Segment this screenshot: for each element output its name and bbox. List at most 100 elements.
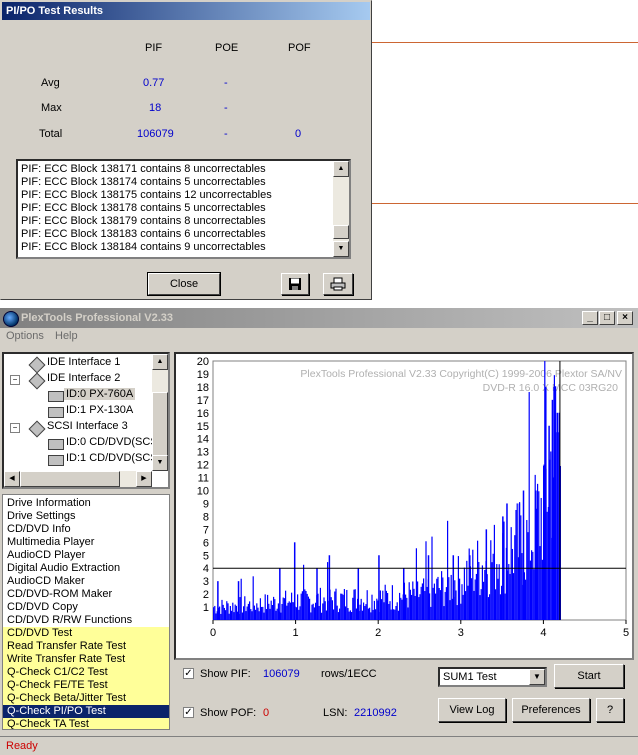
func-read-transfer-rate-test[interactable]: Read Transfer Rate Test xyxy=(3,640,169,653)
pif-bar xyxy=(499,594,501,620)
help-button[interactable]: ? xyxy=(596,698,624,722)
pif-bar xyxy=(381,599,383,620)
print-button[interactable] xyxy=(323,273,353,295)
func-drive-settings[interactable]: Drive Settings xyxy=(3,510,169,523)
pif-bar xyxy=(289,602,291,620)
error-log-list[interactable]: PIF: ECC Block 138171 contains 8 uncorre… xyxy=(16,159,351,259)
pif-spike-bar xyxy=(506,503,508,620)
show-pof-checkbox[interactable]: ✓ xyxy=(183,707,194,718)
pif-bar xyxy=(379,590,381,620)
menu-options[interactable]: Options xyxy=(6,330,44,342)
maximize-button[interactable]: □ xyxy=(599,311,615,325)
scroll-left-icon[interactable]: ◀ xyxy=(4,471,20,487)
pif-bar xyxy=(479,595,481,620)
pif-bar xyxy=(473,590,475,620)
func-qcheck-beta-jitter-test[interactable]: Q-Check Beta/Jitter Test xyxy=(3,692,169,705)
dialog-title: PI/PO Test Results xyxy=(2,2,370,20)
scroll-down-icon[interactable]: ▼ xyxy=(152,455,168,471)
y-tick-label: 16 xyxy=(197,408,209,420)
tree-item-px760a[interactable]: ID:0 PX-760A xyxy=(64,388,136,400)
pif-bar xyxy=(246,606,248,620)
close-button[interactable]: Close xyxy=(147,272,221,296)
view-log-button[interactable]: View Log xyxy=(438,698,506,722)
pif-bar xyxy=(286,605,288,620)
menu-help[interactable]: Help xyxy=(55,330,78,342)
pif-bar xyxy=(529,560,531,620)
func-audiocd-maker[interactable]: AudioCD Maker xyxy=(3,575,169,588)
log-line: PIF: ECC Block 138174 contains 5 uncorre… xyxy=(21,176,266,188)
scroll-up-icon[interactable]: ▲ xyxy=(333,161,349,177)
function-list[interactable]: Drive Information Drive Settings CD/DVD … xyxy=(2,494,170,730)
pif-bar xyxy=(455,590,457,620)
log-scrollbar[interactable]: ▲ ▼ xyxy=(333,161,349,257)
scroll-thumb[interactable] xyxy=(152,392,168,456)
collapse-icon[interactable]: − xyxy=(10,423,20,433)
interface-icon xyxy=(28,356,46,374)
close-window-button[interactable]: × xyxy=(617,311,633,325)
tree-item-scsi-id0[interactable]: ID:0 CD/DVD(SCS xyxy=(66,436,158,448)
pif-bar xyxy=(533,569,535,620)
pif-bar xyxy=(546,511,548,620)
tree-vscroll[interactable]: ▲ ▼ xyxy=(152,354,168,471)
func-qcheck-pipo-test[interactable]: Q-Check PI/PO Test xyxy=(3,705,169,718)
func-cd-dvd-rrw-functions[interactable]: CD/DVD R/RW Functions xyxy=(3,614,169,627)
func-qcheck-ta-test[interactable]: Q-Check TA Test xyxy=(3,718,169,729)
tree-item-scsi3[interactable]: SCSI Interface 3 xyxy=(47,420,128,432)
pif-spike-bar xyxy=(548,425,550,620)
scroll-thumb[interactable] xyxy=(20,471,120,487)
pif-bar xyxy=(334,591,336,620)
func-cd-dvd-test[interactable]: CD/DVD Test xyxy=(3,627,169,640)
y-tick-label: 1 xyxy=(203,602,209,614)
func-qcheck-c1c2-test[interactable]: Q-Check C1/C2 Test xyxy=(3,666,169,679)
y-tick-label: 17 xyxy=(197,395,209,407)
collapse-icon[interactable]: − xyxy=(10,375,20,385)
pif-bar xyxy=(322,603,324,620)
func-multimedia-player[interactable]: Multimedia Player xyxy=(3,536,169,549)
scroll-thumb[interactable] xyxy=(333,225,349,239)
minimize-button[interactable]: _ xyxy=(582,311,598,325)
func-cd-dvd-rom-maker[interactable]: CD/DVD-ROM Maker xyxy=(3,588,169,601)
pif-bar xyxy=(443,606,445,620)
dropdown-arrow-icon[interactable]: ▼ xyxy=(529,669,545,685)
pif-spike-bar xyxy=(545,386,547,620)
pif-bar xyxy=(426,586,428,620)
pif-bar xyxy=(541,559,543,620)
func-drive-information[interactable]: Drive Information xyxy=(3,497,169,510)
preferences-button[interactable]: Preferences xyxy=(512,698,590,722)
pif-bar xyxy=(526,520,528,620)
tree-item-px130a[interactable]: ID:1 PX-130A xyxy=(66,404,133,416)
pif-spike-bar xyxy=(237,581,240,620)
pif-bar xyxy=(313,607,315,620)
func-cd-dvd-info[interactable]: CD/DVD Info xyxy=(3,523,169,536)
func-write-transfer-rate-test[interactable]: Write Transfer Rate Test xyxy=(3,653,169,666)
pif-bar xyxy=(241,612,243,620)
pif-bar xyxy=(373,600,375,620)
tree-item-ide1[interactable]: IDE Interface 1 xyxy=(47,356,120,368)
pif-spike-bar xyxy=(452,555,455,620)
device-tree[interactable]: IDE Interface 1 − IDE Interface 2 ID:0 P… xyxy=(2,352,170,489)
pif-bar xyxy=(231,610,233,620)
pif-spike-bar xyxy=(279,568,281,620)
sum-test-select[interactable]: SUM1 Test ▼ xyxy=(438,667,547,687)
tree-item-scsi-id1[interactable]: ID:1 CD/DVD(SCS xyxy=(66,452,158,464)
func-digital-audio-extraction[interactable]: Digital Audio Extraction xyxy=(3,562,169,575)
pif-bar xyxy=(408,582,410,620)
start-button[interactable]: Start xyxy=(554,664,624,688)
scroll-right-icon[interactable]: ▶ xyxy=(136,471,152,487)
show-pif-checkbox[interactable]: ✓ xyxy=(183,668,194,679)
func-cd-dvd-copy[interactable]: CD/DVD Copy xyxy=(3,601,169,614)
scroll-up-icon[interactable]: ▲ xyxy=(152,354,168,370)
pif-bar xyxy=(401,599,403,620)
y-tick-label: 7 xyxy=(203,524,209,536)
pif-bar xyxy=(441,571,443,620)
tree-item-ide2[interactable]: IDE Interface 2 xyxy=(47,372,120,384)
y-tick-label: 14 xyxy=(197,434,209,446)
func-audiocd-player[interactable]: AudioCD Player xyxy=(3,549,169,562)
func-qcheck-fete-test[interactable]: Q-Check FE/TE Test xyxy=(3,679,169,692)
pipo-results-dialog: PI/PO Test Results PIF POE POF Avg 0.77 … xyxy=(0,0,372,300)
tree-hscroll[interactable]: ◀ ▶ xyxy=(4,471,152,487)
save-button[interactable] xyxy=(281,273,309,295)
scroll-down-icon[interactable]: ▼ xyxy=(333,241,349,257)
pif-bar xyxy=(370,612,372,620)
pif-bar xyxy=(366,590,368,620)
